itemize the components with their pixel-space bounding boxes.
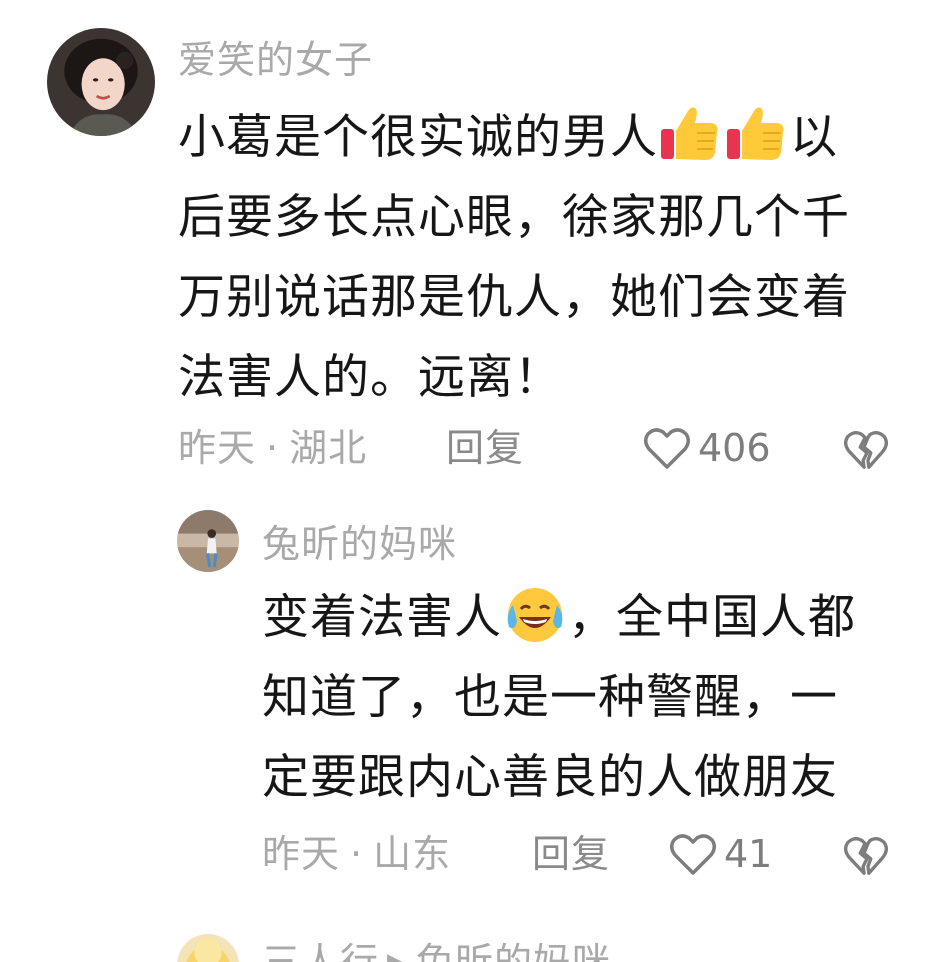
broken-heart-icon — [842, 834, 890, 878]
comment-line: 小葛是个很实诚的男人以 — [178, 98, 850, 178]
like-count: 406 — [698, 426, 771, 470]
avatar-image — [47, 28, 155, 136]
comment-text: 变着法害人 ，全中国人都 知道了，也是一种警醒，一 定要跟内心善良的人做朋友 — [262, 578, 856, 818]
reply-author[interactable]: 三人行 — [262, 940, 379, 962]
thumbs-up-emoji — [659, 103, 723, 165]
avatar-image — [177, 934, 239, 962]
broken-heart-icon — [842, 428, 890, 472]
comment-line: 法害人的。远离！ — [178, 350, 562, 405]
comment-line: 变着法害人 ，全中国人都 — [262, 578, 856, 658]
username[interactable]: 兔昕的妈咪 — [262, 520, 457, 568]
thumbs-up-emoji — [725, 103, 789, 165]
reply-button[interactable]: 回复 — [446, 424, 524, 472]
comment-meta: 昨天 · 湖北 — [178, 424, 367, 472]
like-button[interactable]: 41 — [668, 830, 772, 878]
crying-laughing-emoji — [503, 583, 567, 645]
username[interactable]: 三人行 ▶ 兔昕的妈咪 — [262, 938, 611, 962]
like-count: 41 — [724, 832, 773, 876]
comment-line: 定要跟内心善良的人做朋友 — [262, 750, 838, 805]
reply-button[interactable]: 回复 — [532, 830, 610, 878]
heart-outline-icon — [642, 425, 692, 471]
comment-line: 万别说话那是仇人，她们会变着 — [178, 270, 850, 325]
dislike-button[interactable] — [842, 428, 890, 472]
username[interactable]: 爱笑的女子 — [178, 36, 373, 84]
separator: · — [266, 426, 280, 470]
avatar[interactable] — [47, 28, 155, 136]
separator: · — [350, 832, 364, 876]
timestamp: 昨天 — [178, 426, 257, 470]
timestamp: 昨天 — [262, 832, 341, 876]
comment-line: 知道了，也是一种警醒，一 — [262, 670, 838, 725]
avatar-image — [177, 510, 239, 572]
comment-line: 后要多长点心眼，徐家那几个千 — [178, 190, 850, 245]
location: 湖北 — [289, 426, 368, 470]
avatar[interactable] — [177, 510, 239, 572]
heart-outline-icon — [668, 831, 718, 877]
reply-target[interactable]: 兔昕的妈咪 — [416, 940, 611, 962]
comment-meta: 昨天 · 山东 — [262, 830, 451, 878]
avatar[interactable] — [177, 934, 239, 962]
like-button[interactable]: 406 — [642, 424, 771, 472]
location: 山东 — [373, 832, 452, 876]
comment-thread: 爱笑的女子 小葛是个很实诚的男人以 后要多长点心眼，徐家那几个千 万别说话那是仇… — [0, 0, 946, 962]
reply-arrow-icon: ▶ — [387, 939, 408, 962]
dislike-button[interactable] — [842, 834, 890, 878]
comment-text: 小葛是个很实诚的男人以 后要多长点心眼，徐家那几个千 万别说话那是仇人，她们会变… — [178, 98, 850, 418]
